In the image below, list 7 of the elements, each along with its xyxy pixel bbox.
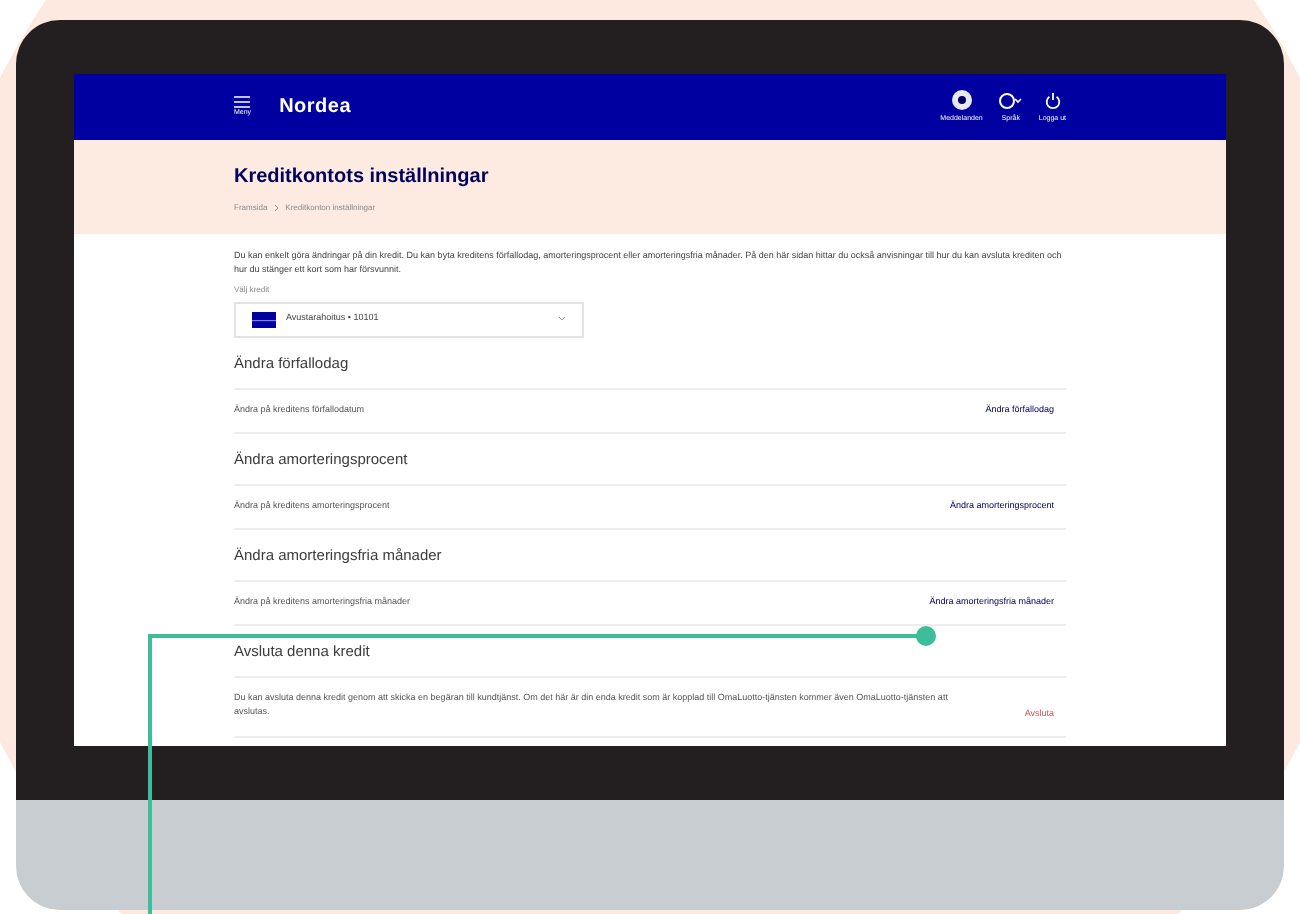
globe-caret-icon xyxy=(998,91,1023,110)
logo[interactable]: Nordea xyxy=(279,92,352,122)
card-icon xyxy=(252,311,276,327)
menu-icon xyxy=(234,95,251,108)
page-title: Kreditkontots inställningar xyxy=(234,163,491,191)
message-badge-icon xyxy=(951,89,972,110)
power-icon xyxy=(1043,91,1062,110)
